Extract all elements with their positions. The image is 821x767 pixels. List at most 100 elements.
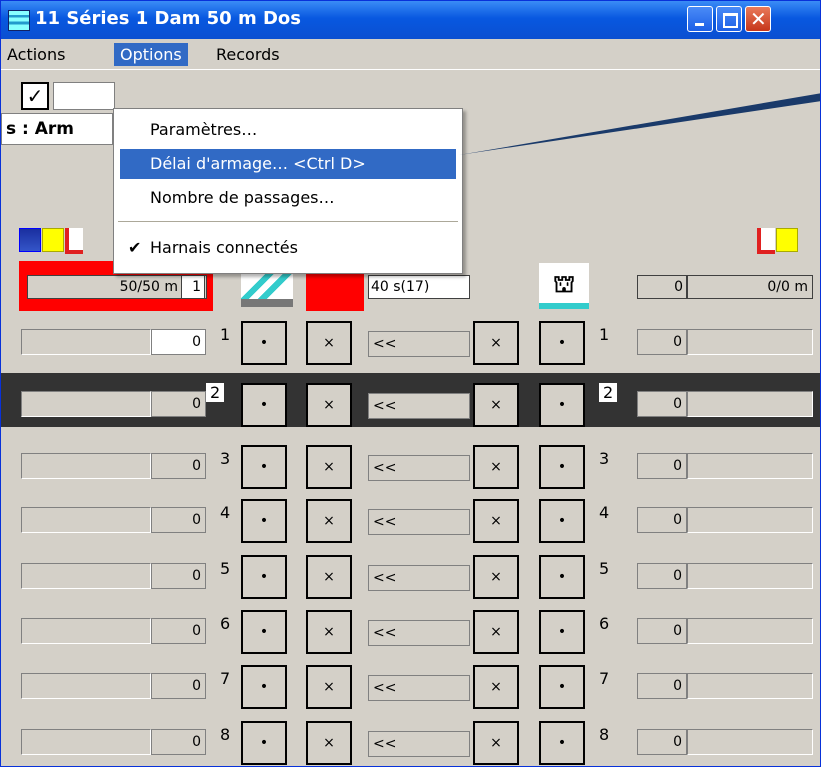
lane-number-right: 5 xyxy=(599,559,610,578)
lane-x-right-button[interactable]: × xyxy=(473,383,519,427)
lane-dot-right-button[interactable]: • xyxy=(539,665,585,709)
lane-value-field: 0 xyxy=(151,507,206,533)
lane-dot-right-button[interactable]: • xyxy=(539,499,585,543)
lane-back-field[interactable]: << xyxy=(368,331,470,357)
minimize-button[interactable] xyxy=(687,6,713,32)
lane-row-4: 0 4 • × << × • 4 0 xyxy=(1,489,820,543)
lane-name-field[interactable] xyxy=(21,329,151,355)
status-label: s : Arm xyxy=(1,113,113,145)
menu-item-nombre-passages[interactable]: Nombre de passages… xyxy=(120,183,456,213)
lane-name-field[interactable] xyxy=(21,453,151,479)
lane-number-right: 6 xyxy=(599,614,610,633)
lane-right-name-field[interactable] xyxy=(687,453,813,479)
lane-x-button[interactable]: × xyxy=(306,665,352,709)
lane-dot-button[interactable]: • xyxy=(241,321,287,365)
maximize-button[interactable] xyxy=(716,6,742,32)
menu-item-parametres[interactable]: Paramètres… xyxy=(120,115,456,145)
lane-dot-button[interactable]: • xyxy=(241,499,287,543)
lane-dot-right-button[interactable]: • xyxy=(539,321,585,365)
menu-options[interactable]: Options xyxy=(114,43,188,66)
lane-x-right-button[interactable]: × xyxy=(473,499,519,543)
lane-dot-right-button[interactable]: • xyxy=(539,555,585,599)
lane-back-field[interactable]: << xyxy=(368,731,470,757)
lane-name-field[interactable] xyxy=(21,563,151,589)
lane-number: 1 xyxy=(220,325,231,344)
lane-right-name-field[interactable] xyxy=(687,507,813,533)
lane-x-right-button[interactable]: × xyxy=(473,321,519,365)
lane-name-field[interactable] xyxy=(21,618,151,644)
menu-item-delai-armage[interactable]: Délai d'armage… <Ctrl D> xyxy=(120,149,456,179)
lane-right-value-field: 0 xyxy=(637,391,687,417)
lane-back-field[interactable]: << xyxy=(368,455,470,481)
lane-x-button[interactable]: × xyxy=(306,499,352,543)
lane-x-right-button[interactable]: × xyxy=(473,665,519,709)
start-block-header-icon: ⛫ xyxy=(539,263,589,309)
lane-back-field[interactable]: << xyxy=(368,565,470,591)
lane-right-name-field[interactable] xyxy=(687,391,813,417)
lane-number: 6 xyxy=(220,614,231,633)
lane-row-8: 0 8 • × << × • 8 0 xyxy=(1,711,820,765)
lane-name-field[interactable] xyxy=(21,729,151,755)
lane-right-name-field[interactable] xyxy=(687,563,813,589)
lane-right-name-field[interactable] xyxy=(687,673,813,699)
window-title: 11 Séries 1 Dam 50 m Dos xyxy=(35,8,301,29)
lane-back-field[interactable]: << xyxy=(368,675,470,701)
lane-x-button[interactable]: × xyxy=(306,721,352,765)
lane-x-right-button[interactable]: × xyxy=(473,555,519,599)
lane-dot-button[interactable]: • xyxy=(241,383,287,427)
lane-dot-button[interactable]: • xyxy=(241,665,287,709)
lane-name-field[interactable] xyxy=(21,391,151,417)
lane-number-right: 7 xyxy=(599,669,610,688)
check-icon: ✔ xyxy=(128,238,142,257)
lane-dot-button[interactable]: • xyxy=(241,555,287,599)
options-dropdown-menu: Paramètres… Délai d'armage… <Ctrl D> Nom… xyxy=(113,108,463,274)
lane-dot-button[interactable]: • xyxy=(241,610,287,654)
lane-dot-right-button[interactable]: • xyxy=(539,383,585,427)
lane-row-3: 0 3 • × << × • 3 0 xyxy=(1,435,820,489)
lane-x-right-button[interactable]: × xyxy=(473,445,519,489)
lane-right-name-field[interactable] xyxy=(687,329,813,355)
lane-right-value-field: 0 xyxy=(637,563,687,589)
menu-records[interactable]: Records xyxy=(210,43,286,66)
lane-x-right-button[interactable]: × xyxy=(473,721,519,765)
validate-button[interactable]: ✓ xyxy=(21,82,49,110)
lane-name-field[interactable] xyxy=(21,507,151,533)
lane-dot-button[interactable]: • xyxy=(241,721,287,765)
lane-right-name-field[interactable] xyxy=(687,618,813,644)
lane-dot-right-button[interactable]: • xyxy=(539,610,585,654)
lane-right-value-field: 0 xyxy=(637,329,687,355)
lane-number: 7 xyxy=(220,669,231,688)
lane-dot-right-button[interactable]: • xyxy=(539,445,585,489)
start-block-icon xyxy=(65,228,83,254)
lane-right-value-field: 0 xyxy=(637,453,687,479)
lane-x-button[interactable]: × xyxy=(306,383,352,427)
lane-right-value-field: 0 xyxy=(637,618,687,644)
app-icon xyxy=(8,10,30,31)
lane-back-field[interactable]: << xyxy=(368,620,470,646)
lane-value-field: 0 xyxy=(151,563,206,589)
swimmer-right-icon xyxy=(776,228,798,252)
close-button[interactable]: ✕ xyxy=(745,6,771,32)
lane-x-button[interactable]: × xyxy=(306,321,352,365)
start-block-right-icon xyxy=(757,228,775,254)
lane-dot-button[interactable]: • xyxy=(241,445,287,489)
menu-item-harnais[interactable]: ✔ Harnais connectés xyxy=(120,233,456,263)
lane-x-right-button[interactable]: × xyxy=(473,610,519,654)
lane-back-field[interactable]: << xyxy=(368,509,470,535)
delay-field: 40 s(17) xyxy=(368,275,470,299)
lane-number: 2 xyxy=(206,383,225,402)
lane-back-field[interactable]: << xyxy=(368,393,470,419)
lane-right-name-field[interactable] xyxy=(687,729,813,755)
lane-name-field[interactable] xyxy=(21,673,151,699)
menu-item-harnais-label: Harnais connectés xyxy=(150,238,298,257)
lane-row-5: 0 5 • × << × • 5 0 xyxy=(1,545,820,599)
pool-icon xyxy=(19,228,41,252)
lane-x-button[interactable]: × xyxy=(306,610,352,654)
lane-x-button[interactable]: × xyxy=(306,555,352,599)
menu-actions[interactable]: Actions xyxy=(1,43,71,66)
tool-field[interactable] xyxy=(53,82,115,110)
lane-dot-right-button[interactable]: • xyxy=(539,721,585,765)
lane-right-value-field: 0 xyxy=(637,507,687,533)
right-distance-field: 0/0 m xyxy=(687,275,813,299)
lane-x-button[interactable]: × xyxy=(306,445,352,489)
